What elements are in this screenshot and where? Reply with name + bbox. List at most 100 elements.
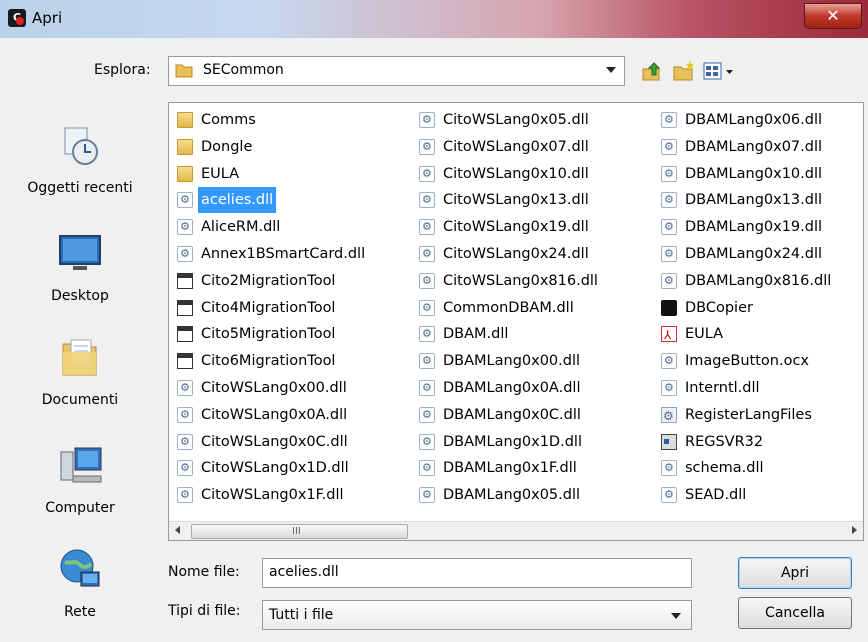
dll-file-icon xyxy=(419,455,435,481)
chevron-down-icon[interactable] xyxy=(606,67,616,73)
places-bar: Oggetti recenti Desktop Documenti Comput… xyxy=(0,92,160,622)
file-item[interactable]: CitoWSLang0x24.dll xyxy=(417,241,653,268)
file-item[interactable]: acelies.dll xyxy=(175,187,411,214)
file-name: REGSVR32 xyxy=(685,433,764,450)
file-item[interactable]: schema.dll xyxy=(659,455,859,482)
lookin-dropdown[interactable]: SECommon xyxy=(168,56,625,86)
computer-icon xyxy=(60,447,102,483)
filename-label: Nome file: xyxy=(168,564,240,580)
file-list[interactable]: Comms Dongle EULA acelies.dll AliceRM.dll Ann… xyxy=(168,102,864,541)
file-item[interactable]: CitoWSLang0x1F.dll xyxy=(175,482,411,509)
file-item[interactable]: CitoWSLang0x0C.dll xyxy=(175,429,411,456)
file-item[interactable]: REGSVR32 xyxy=(659,429,859,456)
file-item[interactable]: CitoWSLang0x05.dll xyxy=(417,107,653,134)
file-item[interactable]: CitoWSLang0x10.dll xyxy=(417,161,653,188)
file-item[interactable]: Cito5MigrationTool xyxy=(175,321,411,348)
pdf-icon xyxy=(661,322,677,348)
file-item[interactable]: CitoWSLang0x19.dll xyxy=(417,214,653,241)
place-computer[interactable]: Computer xyxy=(0,442,160,516)
file-name: Cito2MigrationTool xyxy=(201,272,336,289)
file-name: Interntl.dll xyxy=(685,379,760,396)
place-desktop[interactable]: Desktop xyxy=(0,230,160,304)
open-button[interactable]: Apri xyxy=(738,557,852,589)
cancel-button[interactable]: Cancella xyxy=(738,597,852,629)
filename-input[interactable]: acelies.dll xyxy=(262,558,692,588)
place-documents[interactable]: Documenti xyxy=(0,334,160,408)
dll-file-icon xyxy=(177,241,193,267)
lookin-value: SECommon xyxy=(203,62,284,78)
dbcopier-icon xyxy=(661,299,677,316)
file-item[interactable]: CitoWSLang0x0A.dll xyxy=(175,402,411,429)
dll-file-icon xyxy=(661,482,677,508)
scrollbar-thumb[interactable]: III xyxy=(191,524,408,539)
file-item[interactable]: DBAMLang0x05.dll xyxy=(417,482,653,509)
dll-file-icon xyxy=(177,429,193,455)
file-item[interactable]: DBAMLang0x24.dll xyxy=(659,241,859,268)
close-button[interactable]: ✕ xyxy=(804,3,862,29)
network-icon xyxy=(60,549,100,587)
dll-file-icon xyxy=(419,107,435,133)
file-item[interactable]: CitoWSLang0x816.dll xyxy=(417,268,653,295)
dll-file-icon xyxy=(177,187,193,213)
file-item[interactable]: CitoWSLang0x1D.dll xyxy=(175,455,411,482)
file-item[interactable]: CitoWSLang0x00.dll xyxy=(175,375,411,402)
file-name: SEAD.dll xyxy=(685,487,747,504)
file-item[interactable]: ImageButton.ocx xyxy=(659,348,859,375)
file-item[interactable]: DBAMLang0x06.dll xyxy=(659,107,859,134)
place-network[interactable]: Rete xyxy=(0,546,160,620)
chevron-down-icon[interactable] xyxy=(671,613,681,619)
horizontal-scrollbar[interactable]: III xyxy=(169,521,863,540)
application-icon xyxy=(177,272,193,289)
file-item[interactable]: CitoWSLang0x13.dll xyxy=(417,187,653,214)
dll-file-icon xyxy=(419,161,435,187)
title-bar[interactable]: C Apri ✕ xyxy=(0,0,868,38)
dll-file-icon xyxy=(661,375,677,401)
file-name: DBAMLang0x24.dll xyxy=(685,245,823,262)
file-name: DBAMLang0x0A.dll xyxy=(443,379,581,396)
file-item[interactable]: AliceRM.dll xyxy=(175,214,411,241)
file-item[interactable]: SEAD.dll xyxy=(659,482,859,509)
file-item[interactable]: CommonDBAM.dll xyxy=(417,295,653,322)
file-item[interactable]: Cito4MigrationTool xyxy=(175,295,411,322)
up-folder-icon[interactable] xyxy=(640,60,664,82)
file-name: Comms xyxy=(201,112,256,128)
file-item[interactable]: Cito6MigrationTool xyxy=(175,348,411,375)
file-item[interactable]: DBCopier xyxy=(659,295,859,322)
file-item[interactable]: DBAMLang0x816.dll xyxy=(659,268,859,295)
dll-file-icon xyxy=(419,187,435,213)
file-item[interactable]: DBAMLang0x1F.dll xyxy=(417,455,653,482)
view-menu-icon[interactable] xyxy=(702,60,736,82)
file-item[interactable]: Cito2MigrationTool xyxy=(175,268,411,295)
file-item[interactable]: EULA xyxy=(659,321,859,348)
file-item[interactable]: EULA xyxy=(175,161,411,188)
file-item[interactable]: DBAM.dll xyxy=(417,321,653,348)
file-item[interactable]: DBAMLang0x13.dll xyxy=(659,187,859,214)
file-item[interactable]: DBAMLang0x19.dll xyxy=(659,214,859,241)
place-recent[interactable]: Oggetti recenti xyxy=(0,122,160,196)
folder-icon xyxy=(177,165,193,182)
file-item[interactable]: Comms xyxy=(175,107,411,134)
file-item[interactable]: Interntl.dll xyxy=(659,375,859,402)
filetype-select[interactable]: Tutti i file xyxy=(262,600,692,630)
place-label: Rete xyxy=(64,604,96,620)
file-column: CitoWSLang0x05.dll CitoWSLang0x07.dll Cito… xyxy=(417,107,653,509)
place-label: Desktop xyxy=(51,288,109,304)
file-item[interactable]: DBAMLang0x0A.dll xyxy=(417,375,653,402)
dll-file-icon xyxy=(419,402,435,428)
file-item[interactable]: DBAMLang0x10.dll xyxy=(659,161,859,188)
file-item[interactable]: DBAMLang0x07.dll xyxy=(659,134,859,161)
file-name: CitoWSLang0x1D.dll xyxy=(201,460,349,477)
file-item[interactable]: CitoWSLang0x07.dll xyxy=(417,134,653,161)
file-item[interactable]: Dongle xyxy=(175,134,411,161)
file-item[interactable]: DBAMLang0x00.dll xyxy=(417,348,653,375)
file-column: DBAMLang0x06.dll DBAMLang0x07.dll DBAMLang… xyxy=(659,107,859,509)
new-folder-icon[interactable] xyxy=(672,60,696,82)
file-item[interactable]: DBAMLang0x1D.dll xyxy=(417,429,653,456)
file-item[interactable]: DBAMLang0x0C.dll xyxy=(417,402,653,429)
scroll-right-icon[interactable] xyxy=(852,526,857,534)
application-icon xyxy=(177,299,193,316)
file-name: RegisterLangFiles xyxy=(685,406,812,423)
scroll-left-icon[interactable] xyxy=(175,526,180,534)
file-item[interactable]: RegisterLangFiles xyxy=(659,402,859,429)
file-item[interactable]: Annex1BSmartCard.dll xyxy=(175,241,411,268)
